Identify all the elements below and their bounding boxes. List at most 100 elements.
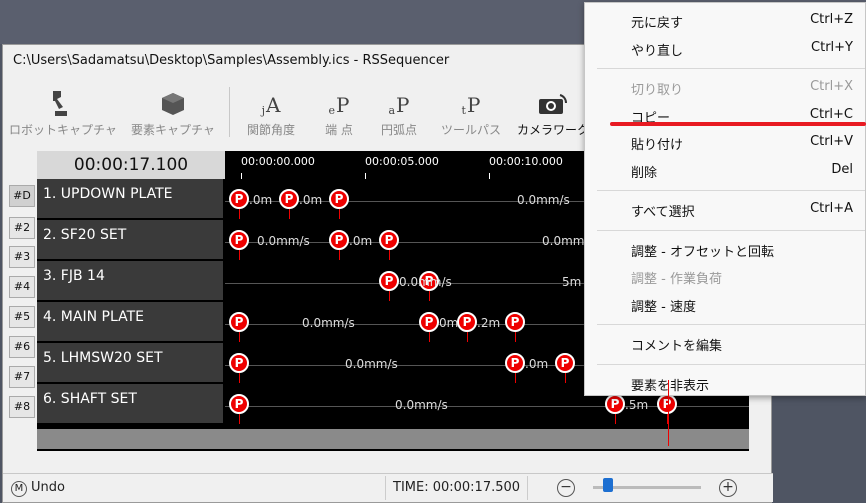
menu-item[interactable]: 調整 - オフセットと回転 [585, 236, 865, 262]
zoom-out-button[interactable]: − [557, 479, 575, 497]
segment-speed-label: 5m [562, 275, 582, 289]
segment-speed-label: .0m [525, 357, 549, 371]
menu-item-label: 削除 [631, 165, 658, 181]
menu-item[interactable]: やり直し Ctrl+Y [585, 35, 865, 61]
position-point-icon[interactable]: P [229, 394, 249, 424]
segment-speed-label: 0.0mm/s [395, 398, 448, 412]
segment-speed-label: .5m [625, 398, 649, 412]
position-point-icon[interactable]: P [229, 230, 249, 260]
robot-capture-button[interactable]: ロボットキャプチャ [9, 87, 117, 139]
toolpath-button[interactable]: tP ツールパス [439, 87, 503, 139]
menu-separator [597, 68, 865, 69]
position-point-icon[interactable]: P [329, 189, 349, 219]
menu-item[interactable]: コメントを編集 [585, 330, 865, 356]
row-tab[interactable]: #7 [9, 366, 35, 388]
row-tab[interactable]: #8 [9, 396, 35, 418]
menu-item-shortcut: Ctrl+X [810, 79, 853, 94]
horizontal-scrollbar[interactable] [37, 429, 749, 449]
row-name[interactable]: 3. FJB 14 [37, 261, 223, 300]
menu-item-shortcut: Ctrl+V [810, 134, 853, 149]
menu-separator [597, 229, 865, 231]
row-tab[interactable]: #2 [9, 217, 35, 239]
segment-speed-label: 0.0mm/s [345, 357, 398, 371]
position-point-icon[interactable]: P [457, 312, 477, 342]
menu-item-label: 要素を非表示 [631, 378, 710, 394]
position-point-icon[interactable]: P [419, 312, 439, 342]
joint-angle-icon: jA [261, 93, 281, 117]
menu-item-shortcut: Ctrl+C [809, 106, 853, 122]
row-tab[interactable]: #6 [9, 336, 35, 358]
position-point-icon[interactable]: P [229, 189, 249, 219]
playhead-line[interactable] [668, 380, 669, 446]
row-name[interactable]: 1. UPDOWN PLATE [37, 179, 223, 218]
menu-item-label: コメントを編集 [631, 339, 723, 354]
menu-item[interactable]: 削除 Del [585, 157, 865, 183]
menu-item-label: 貼り付け [631, 138, 684, 153]
menu-separator [597, 324, 865, 325]
undo-m-icon: M [11, 481, 27, 497]
segment-speed-label: 0.0mm/s [517, 193, 570, 207]
row-tab[interactable]: #4 [9, 276, 35, 298]
zoom-slider-thumb[interactable] [603, 478, 613, 492]
arc-point-button[interactable]: aP 円弧点 [371, 87, 427, 139]
menu-item-label: すべて選択 [631, 205, 695, 220]
undo-button[interactable]: M Undo [11, 480, 65, 497]
position-point-icon[interactable]: P [505, 353, 525, 383]
zoom-in-button[interactable]: + [719, 479, 737, 497]
menu-item-shortcut: Del [831, 161, 853, 177]
segment-speed-label: 0m [439, 316, 459, 330]
time-readout: TIME: 00:00:17.500 [393, 480, 521, 495]
menu-item-label: 調整 - 速度 [631, 299, 696, 315]
camera-work-button[interactable]: カメラワーク [517, 87, 589, 139]
position-point-icon[interactable]: P [555, 353, 575, 383]
joint-angle-button[interactable]: jA 関節角度 [239, 87, 303, 139]
position-point-icon[interactable]: P [379, 230, 399, 260]
menu-item[interactable]: 要素を非表示 [585, 370, 865, 396]
menu-item[interactable]: 元に戻す Ctrl+Z [585, 7, 865, 33]
position-point-icon[interactable]: P [657, 394, 677, 424]
position-point-icon[interactable]: P [229, 312, 249, 342]
menu-item-shortcut: Ctrl+Y [811, 39, 853, 55]
toolpath-icon: tP [461, 93, 481, 117]
row-tab[interactable]: #3 [9, 246, 35, 268]
position-point-icon[interactable]: P [229, 353, 249, 383]
menu-separator [597, 363, 865, 365]
row-name[interactable]: 2. SF20 SET [37, 220, 223, 259]
segment-speed-label: .2m [477, 316, 501, 330]
segment-speed-label: 0.0mm/s [257, 234, 310, 248]
row-name[interactable]: 6. SHAFT SET [37, 384, 223, 423]
position-point-icon[interactable]: P [329, 230, 349, 260]
status-separator [385, 476, 386, 500]
menu-item[interactable]: 調整 - 速度 [585, 291, 865, 317]
row-name[interactable]: 4. MAIN PLATE [37, 302, 223, 341]
menu-separator [597, 190, 865, 191]
row-tab[interactable]: #5 [9, 306, 35, 328]
position-point-icon[interactable]: P [505, 312, 525, 342]
endpoint-button[interactable]: eP 端 点 [317, 87, 361, 139]
position-point-icon[interactable]: P [379, 271, 399, 301]
element-capture-button[interactable]: 要素キャプチャ [127, 87, 219, 139]
position-point-icon[interactable]: P [605, 394, 625, 424]
position-point-icon[interactable]: P [279, 189, 299, 219]
row-name[interactable]: 5. LHMSW20 SET [37, 343, 223, 382]
context-menu: 元に戻す Ctrl+Z やり直し Ctrl+Y 切り取り Ctrl+X コピー Ctrl+C 貼… [584, 2, 866, 396]
menu-item-label: 元に戻す [631, 16, 684, 31]
copy-highlight-underline [610, 122, 866, 126]
menu-item[interactable]: 貼り付け Ctrl+V [585, 129, 865, 155]
menu-item-label: やり直し [631, 43, 684, 59]
window-title: C:\Users\Sadamatsu\Desktop\Samples\Assem… [13, 53, 450, 68]
toolbar-separator [229, 87, 230, 137]
status-separator [527, 476, 528, 500]
ruler-label: 00:00:00.000 [241, 155, 315, 168]
menu-item-shortcut: Ctrl+A [810, 201, 853, 216]
segment-speed-label: .0m [349, 234, 373, 248]
row-tab[interactable]: #D [9, 185, 35, 207]
status-bar: M Undo TIME: 00:00:17.500 − + [3, 473, 773, 502]
element-capture-icon [156, 87, 190, 117]
segment-speed-label: .0m [249, 193, 273, 207]
menu-item-shortcut: Ctrl+Z [810, 12, 853, 27]
menu-item: 調整 - 作業負荷 [585, 263, 865, 289]
menu-item[interactable]: すべて選択 Ctrl+A [585, 196, 865, 222]
arc-point-icon: aP [388, 93, 410, 117]
endpoint-icon: eP [328, 93, 350, 117]
